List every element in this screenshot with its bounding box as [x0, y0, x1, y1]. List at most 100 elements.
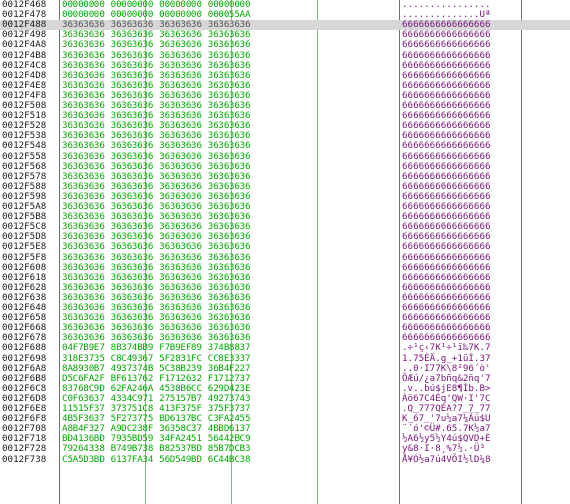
byte-cell[interactable]: F7	[73, 343, 84, 353]
byte-cell[interactable]: 88	[229, 343, 240, 353]
byte-cell[interactable]: 36	[191, 242, 202, 252]
byte-cell[interactable]: 36	[229, 40, 240, 50]
byte-cell[interactable]: 36	[218, 40, 229, 50]
byte-cell[interactable]: 36	[121, 242, 132, 252]
hex-row[interactable]: 0012F5E8 36363636 36363636 36363636 36363636…	[0, 242, 570, 252]
byte-cell[interactable]: 36	[83, 242, 94, 252]
row-ascii[interactable]: 6666666666666666	[402, 242, 491, 252]
row-bytes[interactable]: 36363636 36363636 36363636 36363636	[62, 141, 251, 151]
byte-cell[interactable]: E7	[94, 343, 105, 353]
byte-cell[interactable]: 36	[73, 40, 84, 50]
hex-row[interactable]: 0012F738 C5A5D3BD 6137FA34 56D549BD 6C44BC38…	[0, 454, 570, 465]
byte-cell[interactable]: B9	[170, 343, 181, 353]
hex-row[interactable]: 0012F548 36363636 36363636 36363636 36363636…	[0, 141, 570, 151]
byte-cell[interactable]: 34	[142, 454, 153, 465]
byte-cell[interactable]: 36	[121, 40, 132, 50]
byte-cell[interactable]: 36	[229, 242, 240, 252]
byte-cell[interactable]: 36	[153, 40, 170, 50]
byte-cell[interactable]: 36	[62, 40, 73, 50]
byte-cell[interactable]: 36	[239, 242, 250, 252]
byte-cell[interactable]: 79	[62, 444, 73, 454]
byte-cell[interactable]: 36	[229, 141, 240, 151]
byte-cell[interactable]: 36	[104, 141, 122, 151]
byte-cell[interactable]: 36	[170, 242, 181, 252]
byte-cell[interactable]: 36	[104, 40, 122, 50]
byte-cell[interactable]: 36	[239, 40, 250, 50]
row-ascii[interactable]: Å¥Ó½a7ú4VÕI½lD¼8	[402, 454, 491, 465]
hex-row[interactable]: 0012F4A8 36363636 36363636 36363636 36363636…	[0, 40, 570, 50]
hex-row[interactable]: 0012F728 79264338 B749B738 B82537BD 85B7DCB3…	[0, 444, 570, 454]
byte-cell[interactable]: 36	[191, 141, 202, 151]
byte-cell[interactable]: 36	[170, 40, 181, 50]
byte-cell[interactable]: DC	[229, 444, 240, 454]
byte-cell[interactable]: 89	[191, 343, 202, 353]
byte-cell[interactable]: BD	[191, 454, 202, 465]
row-bytes[interactable]: 79264338 B749B738 B82537BD 85B7DCB3	[62, 444, 251, 454]
byte-cell[interactable]: 36	[94, 242, 105, 252]
byte-cell[interactable]: 43	[83, 444, 94, 454]
byte-cell[interactable]: BD	[191, 444, 202, 454]
row-bytes[interactable]: C5A5D3BD 6137FA34 56D549BD 6C44BC38	[62, 454, 251, 465]
byte-cell[interactable]: 36	[132, 40, 143, 50]
byte-cell[interactable]: 36	[153, 242, 170, 252]
byte-cell[interactable]: C5	[62, 454, 73, 465]
byte-cell[interactable]: 36	[83, 40, 94, 50]
byte-cell[interactable]: 36	[239, 141, 250, 151]
byte-cell[interactable]: 36	[202, 141, 219, 151]
byte-cell[interactable]: 4B	[218, 343, 229, 353]
byte-cell[interactable]: 36	[104, 242, 122, 252]
byte-cell[interactable]: 44	[218, 454, 229, 465]
byte-cell[interactable]: BC	[229, 454, 240, 465]
byte-cell[interactable]: 38	[239, 454, 250, 465]
byte-cell[interactable]: 36	[73, 242, 84, 252]
byte-cell[interactable]: 37	[202, 343, 219, 353]
byte-cell[interactable]: 61	[104, 454, 122, 465]
byte-cell[interactable]: 8B	[104, 343, 122, 353]
byte-cell[interactable]: 36	[62, 242, 73, 252]
row-bytes[interactable]: 36363636 36363636 36363636 36363636	[62, 242, 251, 252]
byte-cell[interactable]: 49	[180, 454, 191, 465]
byte-cell[interactable]: EF	[180, 343, 191, 353]
byte-cell[interactable]: 36	[191, 40, 202, 50]
row-ascii[interactable]: y&8·I·8¸%7½.·Ü³	[402, 444, 485, 454]
byte-cell[interactable]: 36	[218, 141, 229, 151]
byte-cell[interactable]: 36	[73, 141, 84, 151]
row-ascii[interactable]: 6666666666666666	[402, 40, 491, 50]
byte-cell[interactable]: 36	[83, 141, 94, 151]
byte-cell[interactable]: D3	[83, 454, 94, 465]
byte-cell[interactable]: 36	[62, 141, 73, 151]
row-ascii[interactable]: .÷¹ç‹7K¹÷¹ï‰7K.7	[402, 343, 491, 353]
row-bytes[interactable]: 36363636 36363636 36363636 36363636	[62, 40, 251, 50]
byte-cell[interactable]: D5	[170, 454, 181, 465]
row-bytes[interactable]: 04F7B9E7 8B374BB9 F7B9EF89 374B8837	[62, 343, 251, 353]
byte-cell[interactable]: 36	[142, 40, 153, 50]
byte-cell[interactable]: 25	[170, 444, 181, 454]
byte-cell[interactable]: 36	[180, 40, 191, 50]
byte-cell[interactable]: 36	[121, 141, 132, 151]
byte-cell[interactable]: 36	[180, 242, 191, 252]
byte-cell[interactable]: 38	[94, 444, 105, 454]
byte-cell[interactable]: 37	[121, 343, 132, 353]
byte-cell[interactable]: B9	[142, 343, 153, 353]
byte-cell[interactable]: 37	[180, 444, 191, 454]
byte-cell[interactable]: 56	[153, 454, 170, 465]
row-ascii[interactable]: 6666666666666666	[402, 141, 491, 151]
byte-cell[interactable]: 36	[153, 141, 170, 151]
byte-cell[interactable]: B3	[239, 444, 250, 454]
byte-cell[interactable]: 04	[62, 343, 73, 353]
byte-cell[interactable]: B7	[218, 444, 229, 454]
byte-cell[interactable]: 36	[132, 141, 143, 151]
byte-cell[interactable]: 6C	[202, 454, 219, 465]
byte-cell[interactable]: FA	[132, 454, 143, 465]
byte-cell[interactable]: 36	[94, 141, 105, 151]
byte-cell[interactable]: 4B	[132, 343, 143, 353]
byte-cell[interactable]: 26	[73, 444, 84, 454]
byte-cell[interactable]: 49	[121, 444, 132, 454]
byte-cell[interactable]: 36	[202, 242, 219, 252]
byte-cell[interactable]: 36	[170, 141, 181, 151]
byte-cell[interactable]: 36	[202, 40, 219, 50]
byte-cell[interactable]: 37	[239, 343, 250, 353]
hex-row[interactable]: 0012F688 04F7B9E7 8B374BB9 F7B9EF89 374B8837…	[0, 343, 570, 353]
byte-cell[interactable]: 36	[142, 242, 153, 252]
byte-cell[interactable]: B9	[83, 343, 94, 353]
